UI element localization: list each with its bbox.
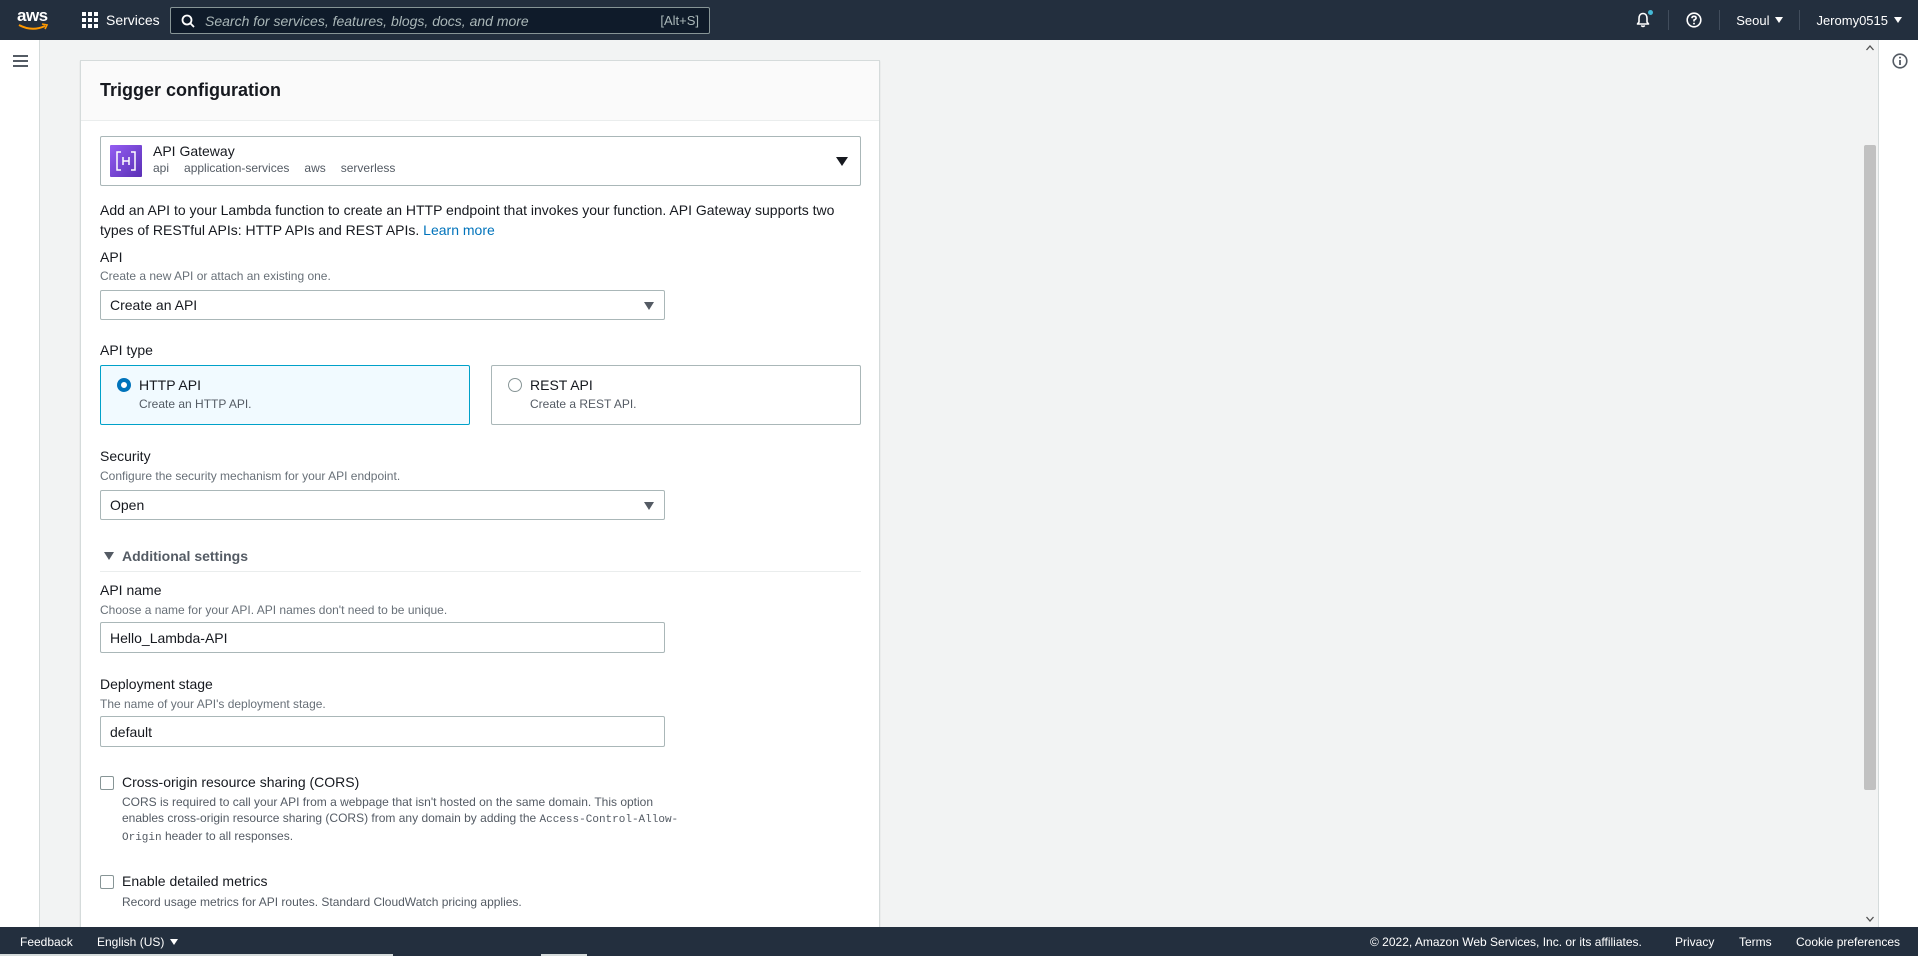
security-sublabel: Configure the security mechanism for you… [100, 469, 401, 483]
caret-down-icon [836, 157, 848, 166]
rest-api-radio[interactable] [508, 378, 522, 392]
left-navigation-rail [0, 40, 40, 927]
tag: aws [304, 161, 326, 175]
http-api-sub: Create an HTTP API. [139, 397, 252, 411]
help-icon [1686, 12, 1702, 28]
nav-right-group: Seoul Jeromy0515 [1618, 0, 1918, 40]
http-api-title: HTTP API [139, 377, 201, 393]
api-select-value: Create an API [110, 297, 198, 313]
panel-header: Trigger configuration [81, 61, 879, 121]
language-selector[interactable]: English (US) [97, 935, 179, 949]
additional-settings-label: Additional settings [122, 548, 248, 564]
search-shortcut: [Alt+S] [660, 13, 699, 28]
api-name-label: API name [100, 582, 162, 598]
cors-checkbox[interactable] [100, 776, 114, 790]
http-api-tile[interactable]: HTTP API Create an HTTP API. [100, 365, 470, 425]
notifications-button[interactable] [1618, 0, 1668, 40]
trigger-tags: api application-services aws serverless [153, 161, 395, 175]
right-tools-rail [1878, 40, 1918, 927]
notification-dot [1648, 10, 1654, 15]
account-menu[interactable]: Jeromy0515 [1800, 0, 1918, 40]
caret-down-icon [104, 552, 114, 560]
learn-more-link[interactable]: Learn more [423, 222, 495, 238]
aws-logo[interactable]: aws [17, 7, 53, 33]
search-icon [181, 14, 195, 28]
account-name: Jeromy0515 [1816, 12, 1888, 28]
feedback-link[interactable]: Feedback [20, 935, 73, 949]
info-icon[interactable] [1892, 53, 1908, 69]
api-gateway-icon [110, 145, 142, 177]
rest-api-tile[interactable]: REST API Create a REST API. [491, 365, 861, 425]
trigger-description: Add an API to your Lambda function to cr… [100, 200, 870, 240]
tag: api [153, 161, 170, 175]
caret-down-icon [644, 502, 654, 510]
security-select-value: Open [110, 497, 145, 513]
search-bar[interactable]: [Alt+S] [170, 7, 710, 34]
services-menu-button[interactable]: Services [82, 0, 160, 40]
api-select[interactable]: Create an API [100, 290, 665, 320]
api-type-label: API type [100, 342, 153, 358]
privacy-link[interactable]: Privacy [1675, 935, 1714, 949]
caret-down-icon [1894, 17, 1902, 23]
detailed-metrics-label: Enable detailed metrics [122, 873, 268, 889]
api-name-sublabel: Choose a name for your API. API names do… [100, 603, 448, 617]
tag: application-services [184, 161, 290, 175]
aws-smile-icon [18, 23, 49, 30]
services-label: Services [106, 12, 160, 28]
caret-down-icon [170, 939, 179, 945]
region-selector[interactable]: Seoul [1720, 0, 1799, 40]
page-scrollbar[interactable] [1862, 40, 1878, 927]
top-navigation: aws Services [Alt+S] [0, 0, 1918, 40]
scroll-down-arrow-icon[interactable] [1866, 916, 1874, 922]
cors-description: CORS is required to call your API from a… [122, 794, 682, 846]
trigger-source-select[interactable]: API Gateway api application-services aws… [100, 136, 861, 186]
terms-link[interactable]: Terms [1739, 935, 1772, 949]
deployment-stage-input[interactable] [100, 716, 665, 747]
tag: serverless [340, 161, 396, 175]
scrollbar-thumb[interactable] [1864, 145, 1876, 790]
caret-down-icon [1775, 17, 1784, 23]
deployment-stage-label: Deployment stage [100, 676, 213, 692]
api-label: API [100, 249, 123, 265]
detailed-metrics-description: Record usage metrics for API routes. Sta… [122, 895, 522, 909]
deployment-stage-sublabel: The name of your API's deployment stage. [100, 697, 326, 711]
api-sublabel: Create a new API or attach an existing o… [100, 269, 331, 283]
aws-logo-text: aws [17, 6, 48, 25]
copyright-text: © 2022, Amazon Web Services, Inc. or its… [1370, 935, 1642, 949]
trigger-name: API Gateway [153, 143, 235, 159]
caret-down-icon [644, 302, 654, 310]
trigger-configuration-panel: Trigger configuration API Gateway api ap… [80, 60, 880, 940]
rest-api-title: REST API [530, 377, 593, 393]
language-label: English (US) [97, 935, 165, 949]
detailed-metrics-checkbox[interactable] [100, 875, 114, 889]
hamburger-icon[interactable] [13, 55, 28, 70]
grid-icon [82, 12, 98, 28]
scroll-up-arrow-icon[interactable] [1866, 45, 1874, 51]
cors-label: Cross-origin resource sharing (CORS) [122, 774, 360, 790]
cors-desc-text-end: header to all responses. [161, 829, 294, 843]
help-button[interactable] [1669, 0, 1719, 40]
additional-settings-expander[interactable]: Additional settings [100, 546, 861, 572]
rest-api-sub: Create a REST API. [530, 397, 637, 411]
security-label: Security [100, 448, 151, 464]
security-select[interactable]: Open [100, 490, 665, 520]
cookie-preferences-link[interactable]: Cookie preferences [1796, 935, 1900, 949]
region-label: Seoul [1736, 12, 1770, 28]
console-footer: Feedback English (US) © 2022, Amazon Web… [0, 927, 1918, 956]
api-name-input[interactable] [100, 622, 665, 653]
search-input[interactable] [205, 12, 661, 29]
http-api-radio[interactable] [117, 378, 131, 392]
panel-title: Trigger configuration [100, 80, 282, 100]
